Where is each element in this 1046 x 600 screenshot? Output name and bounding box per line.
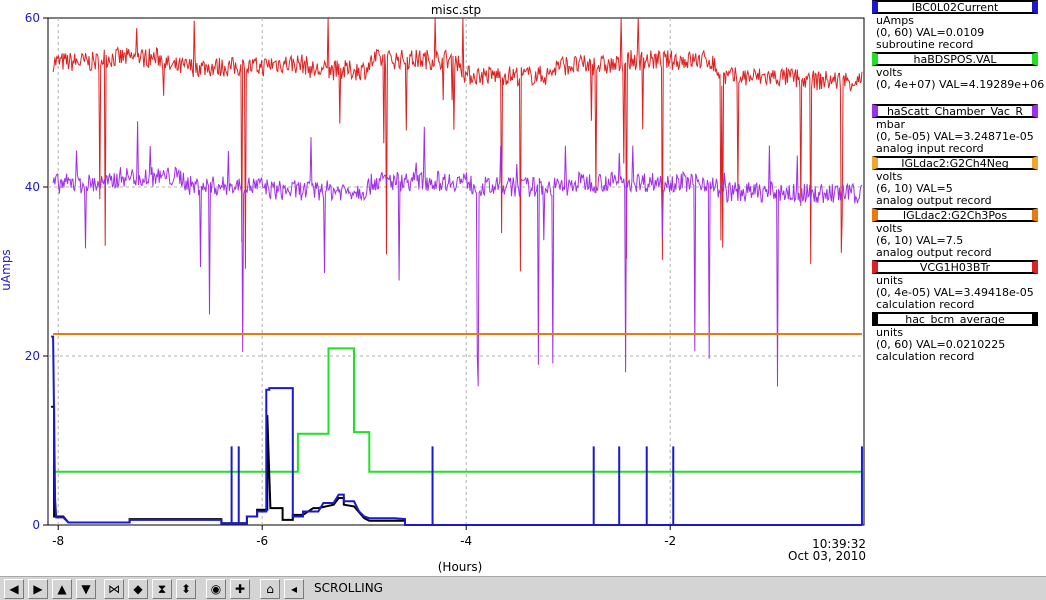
arrow-up-icon: ▲ [57,582,67,596]
arrow-right-icon: ▶ [33,582,43,596]
legend-entry-hascatt-chamber-vac-r[interactable]: haScatt_Chamber_Vac_R mbar (0, 5e-05) VAL=… [868,104,1046,156]
legend-entry-vcg1h03btr[interactable]: VCG1H03BTr units (0, 4e-05) VAL=3.49418e-0… [868,260,1046,312]
legend-record: analog output record [876,194,992,207]
add-pv-button[interactable]: ✚ [230,579,250,599]
auto-scale-button[interactable]: ◉ [206,579,226,599]
toggle-scrolling-button[interactable]: ⌂ [260,579,280,599]
legend-record: analog output record [876,246,992,259]
end-date-label: Oct 03, 2010 [788,549,866,563]
zoom-in-x-icon: ⋈ [108,582,120,596]
scrolling-icon: ⌂ [266,582,274,596]
legend-range: (0, 4e+07) VAL=4.19289e+06 [876,78,1045,91]
legend-entry-igldac2-g2ch3pos[interactable]: IGLdac2:G2Ch3Pos volts (6, 10) VAL=7.5 anal… [868,208,1046,260]
x-tick-label: -4 [460,534,472,548]
legend-name[interactable]: hac_bcm_average [872,312,1038,326]
scrolling-status: SCROLLING [314,581,383,595]
x-axis-label: (Hours) [438,560,483,574]
x-tick-label: -2 [664,534,676,548]
y-tick-label: 60 [25,11,40,25]
y-tick-label: 0 [32,518,40,532]
y-tick-label: 20 [25,349,40,363]
legend-entry-igldac2-g2ch4neg[interactable]: IGLdac2:G2Ch4Neg volts (6, 10) VAL=5 analog… [868,156,1046,208]
zoom-out-x-icon: ◆ [133,582,143,596]
y-tick-label: 40 [25,180,40,194]
legend-entry-hac-bcm-average[interactable]: hac_bcm_average units (0, 60) VAL=0.021022… [868,312,1046,364]
toolbar: SCROLLING ◀ ▶ ▲ ▼ ⋈ ◆ ⧗ ⬍ ◉ ✚ ⌂ ◂ [0,576,1046,600]
legend-name[interactable]: IGLdac2:G2Ch4Neg [872,156,1038,170]
scroll-left-button[interactable]: ◀ [4,579,24,599]
x-tick-label: -8 [52,534,64,548]
arrow-left-icon: ◀ [9,582,19,596]
legend-record: subroutine record [876,38,974,51]
zoom-out-x-button[interactable]: ◆ [128,579,148,599]
scroll-right-button[interactable]: ▶ [28,579,48,599]
legend-record: calculation record [876,298,975,311]
legend-name[interactable]: IBC0L02Current [872,0,1038,14]
legend-record: analog input record [876,142,984,155]
zoom-in-y-icon: ⧗ [157,582,167,596]
arrow-down-icon: ▼ [81,582,91,596]
legend-entry-ibc0l02current[interactable]: IBC0L02Current uAmps (0, 60) VAL=0.0109 sub… [868,0,1046,52]
y-axis-label: uAmps [0,249,13,290]
target-icon: ◉ [210,582,222,596]
legend-name[interactable]: haScatt_Chamber_Vac_R [872,104,1038,118]
x-tick-label: -6 [256,534,268,548]
scroll-up-button[interactable]: ▲ [52,579,72,599]
chart: -8 -6 -4 -20204060 misc.stp uAmps (Hours) 1… [0,3,866,574]
zoom-in-y-button[interactable]: ⧗ [152,579,172,599]
legend-entry-habdspos-val[interactable]: haBDSPOS.VAL volts (0, 4e+07) VAL=4.19289e… [868,52,1046,104]
legend-name[interactable]: haBDSPOS.VAL [872,52,1038,66]
legend-name[interactable]: VCG1H03BTr [872,260,1038,274]
undo-icon: ◂ [290,582,298,596]
zoom-out-y-button[interactable]: ⬍ [176,579,196,599]
legend-name[interactable]: IGLdac2:G2Ch3Pos [872,208,1038,222]
zoom-in-x-button[interactable]: ⋈ [104,579,124,599]
chart-title: misc.stp [431,3,481,17]
legend-record: calculation record [876,350,975,363]
scroll-down-button[interactable]: ▼ [76,579,96,599]
undo-button[interactable]: ◂ [284,579,304,599]
plot-area [47,17,865,526]
plus-icon: ✚ [234,582,246,596]
zoom-out-y-icon: ⬍ [180,582,192,596]
